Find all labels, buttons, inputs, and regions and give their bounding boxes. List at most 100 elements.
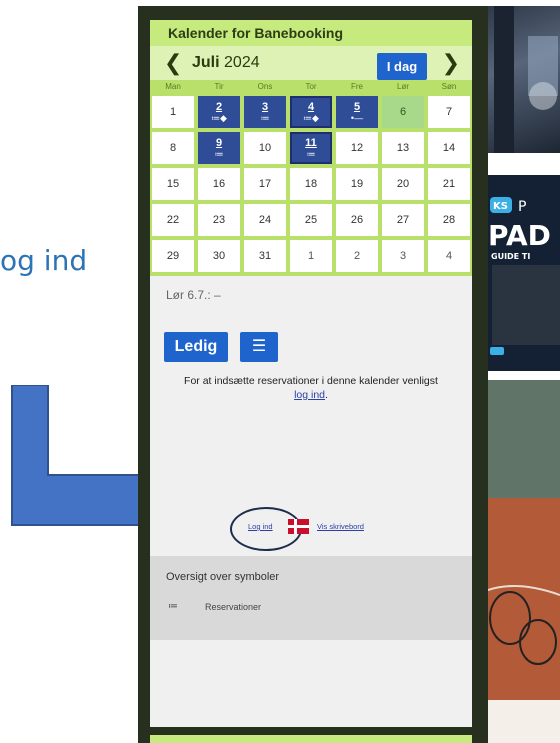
padel-player-photo — [488, 6, 560, 153]
day-number: 3 — [399, 250, 407, 262]
day-cell[interactable]: 24 — [242, 202, 288, 238]
padel-guide-ad: KS P PAD GUIDE TI — [488, 175, 560, 371]
day-cell[interactable]: 12 — [334, 130, 380, 166]
day-cell[interactable]: 2 — [334, 238, 380, 274]
day-cell[interactable]: 1 — [150, 94, 196, 130]
day-cell[interactable]: 27 — [380, 202, 426, 238]
day-cell[interactable]: 6 — [380, 94, 426, 130]
day-cell[interactable]: 3 ≔ — [242, 94, 288, 130]
day-cell[interactable]: 16 — [196, 166, 242, 202]
day-number: 7 — [445, 106, 453, 118]
svg-text:P: P — [518, 199, 526, 215]
day-cell[interactable]: 13 — [380, 130, 426, 166]
chevron-right-icon[interactable]: ❯ — [442, 50, 460, 76]
weekday-label: Lør — [397, 82, 409, 91]
day-cell[interactable]: 17 — [242, 166, 288, 202]
day-number: 11 — [305, 137, 317, 149]
day-number: 17 — [258, 178, 272, 190]
day-cell[interactable]: 20 — [380, 166, 426, 202]
day-number: 2 — [215, 101, 223, 113]
bottom-strip — [150, 735, 472, 743]
day-number: 9 — [215, 137, 223, 149]
ledig-button[interactable]: Ledig — [164, 332, 228, 362]
day-number: 26 — [350, 214, 364, 226]
day-cell[interactable]: 3 — [380, 238, 426, 274]
svg-text:PAD: PAD — [488, 219, 551, 252]
day-cell[interactable]: 22 — [150, 202, 196, 238]
day-number: 23 — [212, 214, 226, 226]
symbol-legend: Oversigt over symboler ≔ Reservationer — [150, 556, 472, 640]
today-button[interactable]: I dag — [377, 53, 427, 80]
day-number: 18 — [304, 178, 318, 190]
selected-day-status: Lør 6.7.: – — [166, 288, 221, 302]
day-cell[interactable]: 8 — [150, 130, 196, 166]
calendar-grid: 1 2 ≔◆ 3 ≔ 4 ≔◆ 5 •— 6 7 8 9 ≔ 10 11 ≔ 12 13 14 15 16 17 18 19 20… — [150, 94, 472, 276]
day-number: 13 — [396, 142, 410, 154]
day-cell[interactable]: 30 — [196, 238, 242, 274]
day-number: 15 — [166, 178, 180, 190]
reservation-symbol-icon: ≔◆ — [303, 113, 319, 123]
weekday-label: Tor — [305, 82, 317, 91]
weekday-label: Tir — [214, 82, 224, 91]
weekday-label: Ons — [257, 82, 273, 91]
login-link[interactable]: Log ind — [248, 522, 273, 531]
day-cell[interactable]: 29 — [150, 238, 196, 274]
list-symbol-icon: ≔ — [168, 601, 178, 612]
action-buttons: Ledig ☰ — [150, 332, 472, 394]
day-number: 4 — [445, 250, 453, 262]
day-cell[interactable]: 15 — [150, 166, 196, 202]
clay-court-photo — [488, 380, 560, 743]
booking-calendar-panel: Kalender for Banebooking ❮ Juli 2024 I d… — [150, 20, 472, 727]
day-number: 6 — [399, 106, 407, 118]
day-number: 5 — [353, 101, 361, 113]
day-cell[interactable]: 5 •— — [334, 94, 380, 130]
day-cell[interactable]: 26 — [334, 202, 380, 238]
day-number: 27 — [396, 214, 410, 226]
month-navigation: ❮ Juli 2024 I dag ❯ — [150, 46, 472, 80]
day-cell[interactable]: 31 — [242, 238, 288, 274]
danish-flag-icon[interactable] — [288, 519, 309, 534]
day-number: 31 — [258, 250, 272, 262]
day-number: 21 — [442, 178, 456, 190]
day-number: 30 — [212, 250, 226, 262]
svg-text:KS: KS — [493, 201, 508, 212]
list-icon: ☰ — [251, 338, 267, 355]
day-cell[interactable]: 25 — [288, 202, 334, 238]
day-cell[interactable]: 19 — [334, 166, 380, 202]
day-cell[interactable]: 7 — [426, 94, 472, 130]
weekday-label: Man — [165, 82, 181, 91]
svg-text:GUIDE TI: GUIDE TI — [491, 252, 530, 261]
day-number: 1 — [307, 250, 315, 262]
day-cell[interactable]: 4 — [426, 238, 472, 274]
weekday-header: Man Tir Ons Tor Fre Lør Søn — [150, 80, 472, 94]
day-cell[interactable]: 23 — [196, 202, 242, 238]
day-number: 16 — [212, 178, 226, 190]
day-cell[interactable]: 28 — [426, 202, 472, 238]
day-cell[interactable]: 10 — [242, 130, 288, 166]
reservation-symbol-icon: •— — [350, 113, 364, 123]
day-cell[interactable]: 4 ≔◆ — [288, 94, 334, 130]
show-desktop-link[interactable]: Vis skrivebord — [317, 522, 364, 531]
day-cell[interactable]: 21 — [426, 166, 472, 202]
reservation-symbol-icon: ≔ — [214, 149, 224, 159]
day-cell[interactable]: 11 ≔ — [288, 130, 334, 166]
day-number: 12 — [350, 142, 364, 154]
day-cell[interactable]: 9 ≔ — [196, 130, 242, 166]
list-view-button[interactable]: ☰ — [240, 332, 278, 362]
day-number: 3 — [261, 101, 269, 113]
day-number: 25 — [304, 214, 318, 226]
day-number: 29 — [166, 250, 180, 262]
day-cell[interactable]: 18 — [288, 166, 334, 202]
legend-label: Reservationer — [205, 602, 262, 612]
weekday-label: Søn — [441, 82, 457, 91]
day-number: 28 — [442, 214, 456, 226]
weekday-label: Fre — [351, 82, 363, 91]
day-cell[interactable]: 14 — [426, 130, 472, 166]
chevron-left-icon[interactable]: ❮ — [164, 50, 182, 76]
calendar-title: Kalender for Banebooking — [150, 20, 472, 46]
day-cell[interactable]: 1 — [288, 238, 334, 274]
day-number: 19 — [350, 178, 364, 190]
day-number: 8 — [169, 142, 177, 154]
day-number: 4 — [307, 101, 315, 113]
day-cell[interactable]: 2 ≔◆ — [196, 94, 242, 130]
